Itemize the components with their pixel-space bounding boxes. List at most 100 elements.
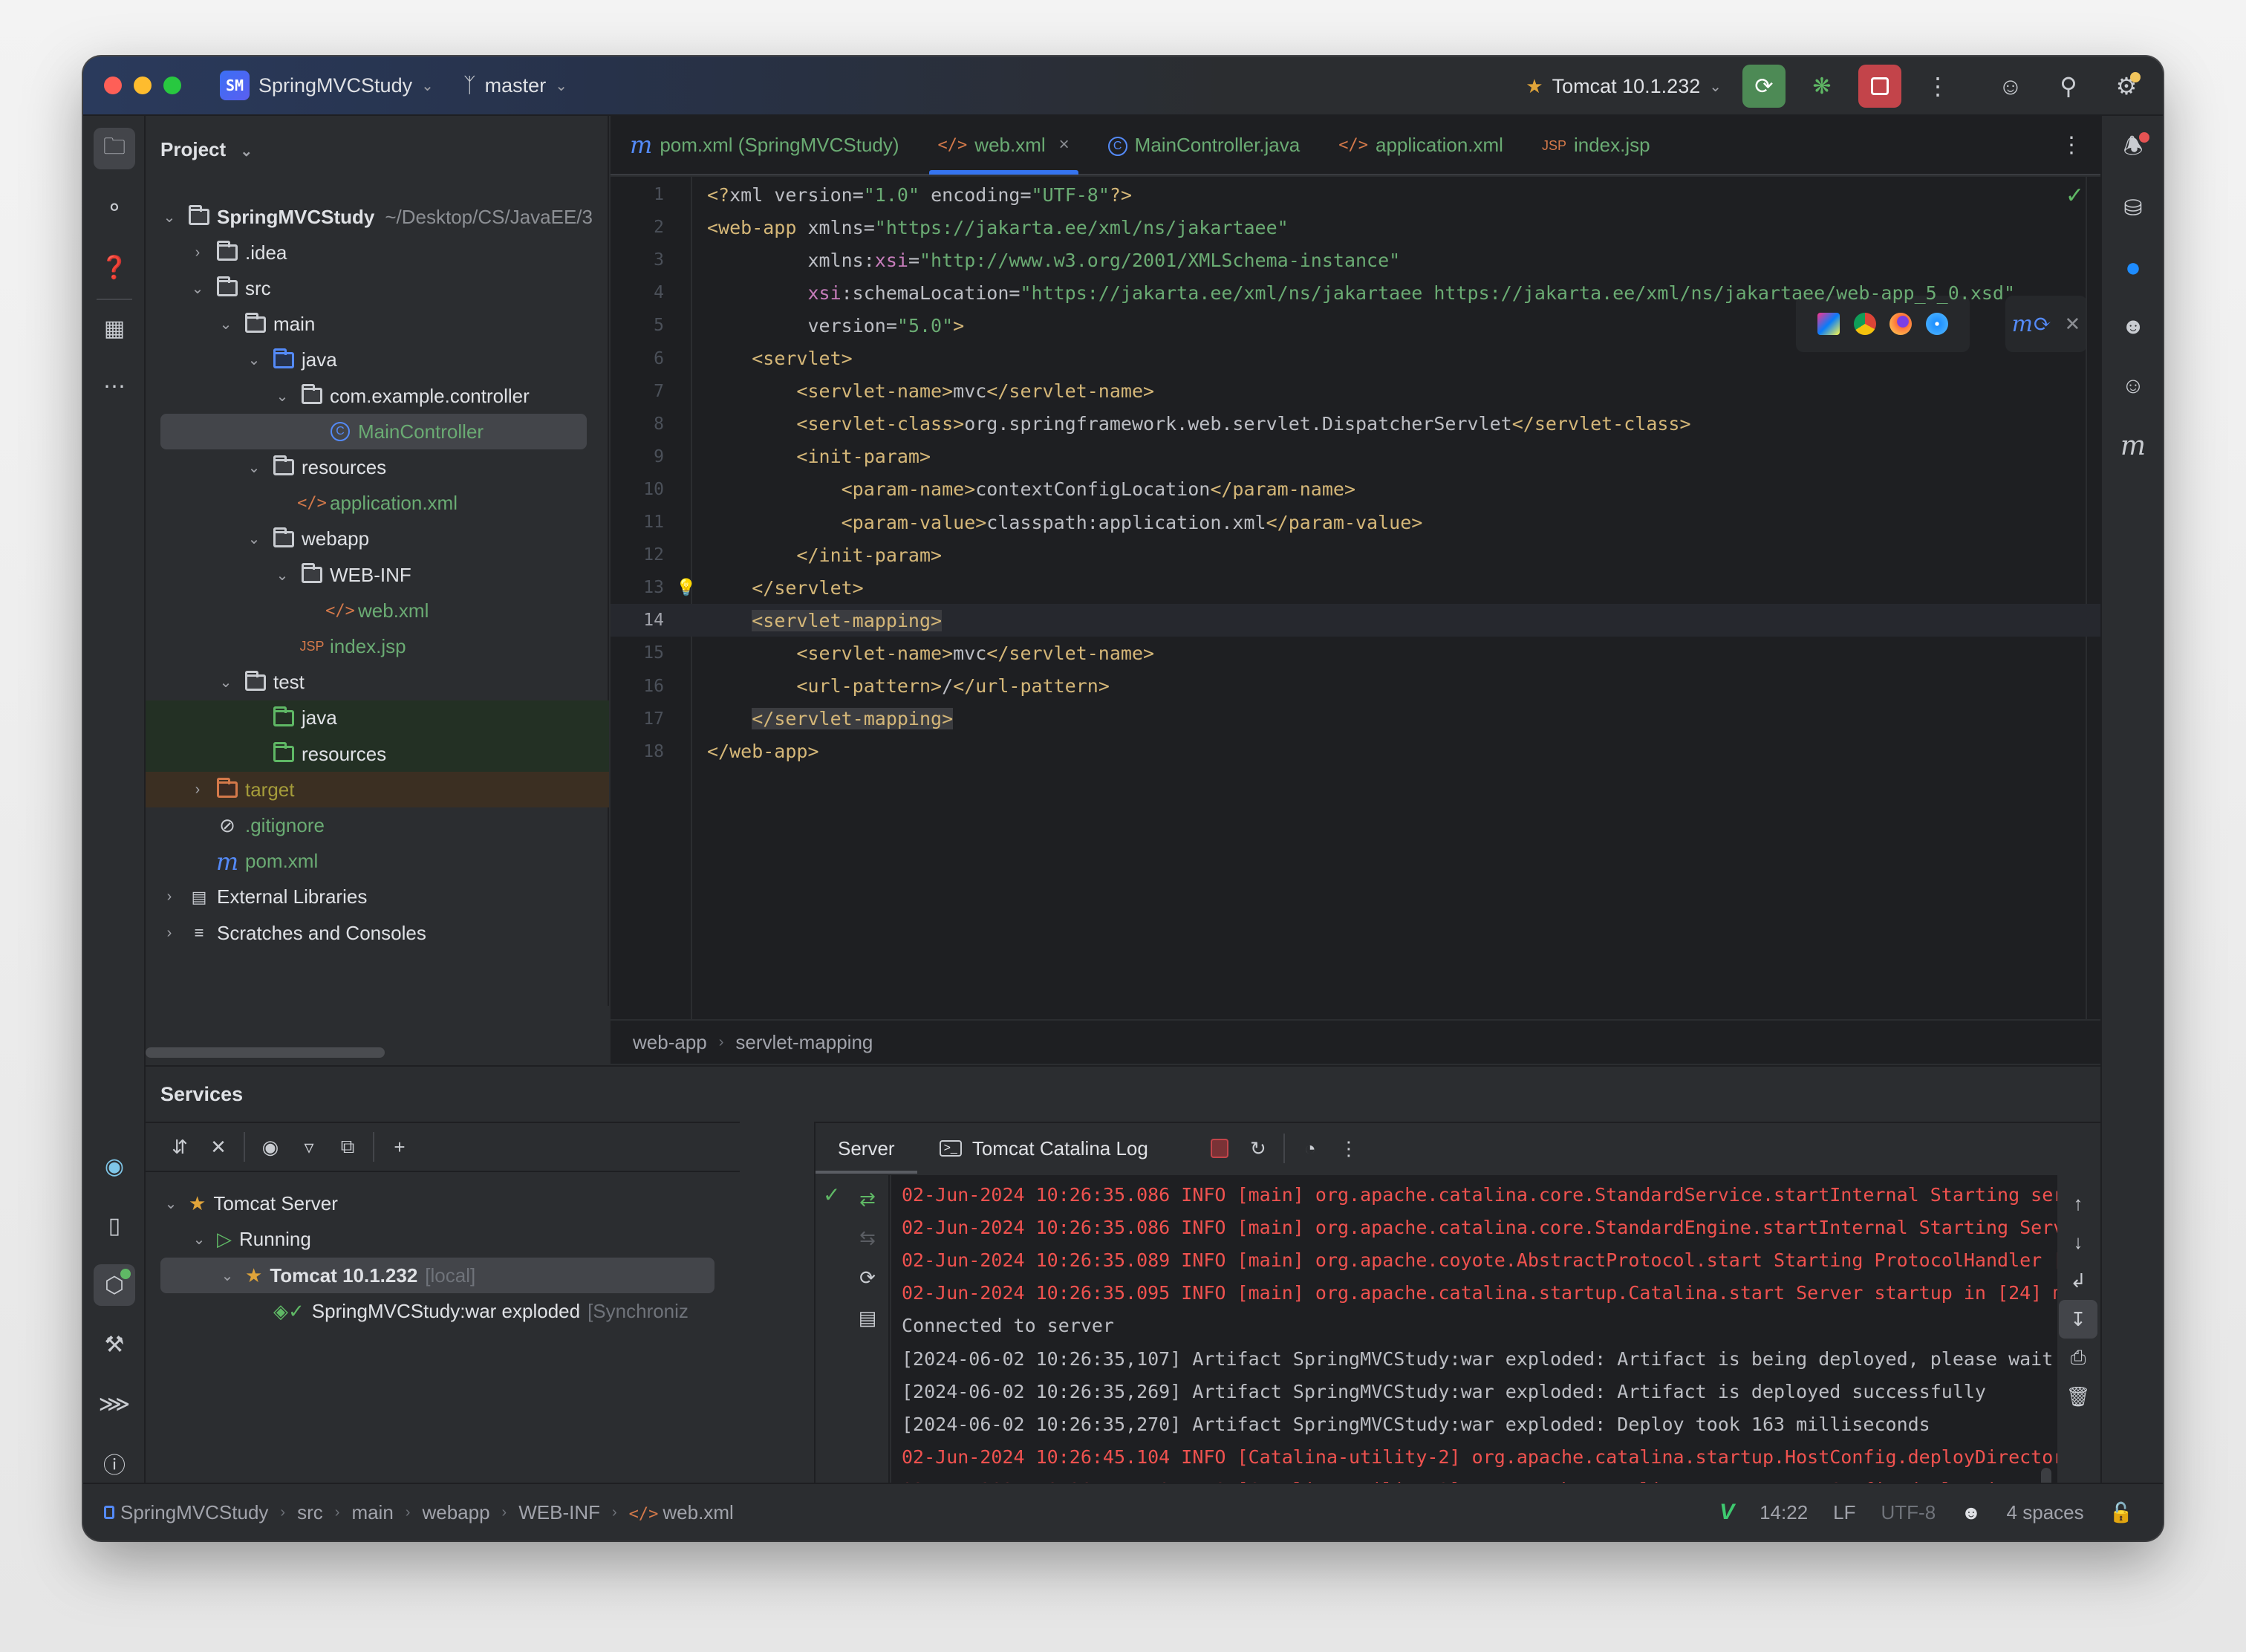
scroll-down-button[interactable]: ↓ [2059,1223,2097,1261]
database-tool-button[interactable]: ⛁ [2112,187,2154,229]
tree-item[interactable]: › ▤ External Libraries [146,879,609,915]
gopher-plugin-button[interactable]: ◉ [94,1145,135,1187]
new-tab-button[interactable]: ⧉ [328,1128,367,1166]
breadcrumb-item[interactable]: web-app [633,1031,707,1054]
tree-item[interactable]: ⊘ .gitignore [146,807,609,843]
update-app-button[interactable]: ⟳ [848,1258,887,1297]
view-options-button[interactable]: ◉ [251,1128,290,1166]
tree-item[interactable]: java [146,700,609,736]
restart-server-button[interactable]: ↻ [1239,1129,1277,1168]
tree-item[interactable]: ⌄ com.example.controller [146,378,609,414]
profiler-button[interactable]: ◔ [1291,1129,1329,1168]
chevron-down-icon[interactable]: ⌄ [159,208,180,227]
lock-open-icon[interactable]: 🔓 [2109,1501,2133,1524]
chevron-down-icon[interactable]: ⌄ [187,279,208,298]
chevron-down-icon[interactable]: ⌄ [215,673,236,692]
project-selector[interactable]: SpringMVCStudy [258,74,412,97]
minimize-window-button[interactable] [134,77,152,94]
status-breadcrumb-item[interactable]: web.xml [663,1501,733,1524]
tree-item[interactable]: ⌄ WEB-INF [146,557,609,593]
collapse-all-button[interactable]: ✕ [199,1128,238,1166]
tab-application-xml[interactable]: </> application.xml [1319,115,1523,175]
vim-plugin-icon[interactable]: V [1719,1500,1734,1525]
tree-item[interactable]: › .idea [146,235,609,270]
terminal-tool-button[interactable]: ⋙ [94,1383,135,1425]
tab-server[interactable]: Server [816,1123,917,1174]
chevron-right-icon[interactable]: › [159,888,180,905]
add-user-button[interactable]: ☺ [1989,65,2032,108]
services-tool-button[interactable]: ⬡ [94,1264,135,1306]
service-tree-item[interactable]: ◈✓ SpringMVCStudy:war exploded [Synchroniz [146,1294,689,1330]
project-tool-button[interactable]: 🗀 [94,128,135,169]
console-output[interactable]: 02-Jun-2024 10:26:35.086 INFO [main] org… [891,1175,2057,1524]
chevron-right-icon[interactable]: › [187,244,208,261]
tree-item[interactable]: ⌄ webapp [146,521,609,557]
copilot-status-icon[interactable]: ☻ [1961,1501,1981,1524]
debug-button[interactable]: ❋ [1800,65,1843,108]
copilot-chat-tool-button[interactable]: ❓ [94,247,135,288]
chevron-down-icon[interactable]: ⌄ [244,458,264,477]
lightbulb-icon[interactable]: 💡 [676,579,696,597]
commit-tool-button[interactable]: ⚬ [94,187,135,229]
tab-pom-xml[interactable]: m pom.xml (SpringMVCStudy) [611,115,919,175]
breadcrumb-item[interactable]: servlet-mapping [735,1031,873,1054]
structure-tool-button[interactable]: ▦ [94,308,135,349]
notifications-button[interactable]: 🕭 [2112,128,2154,169]
deploy-button[interactable]: ⇄ [848,1180,887,1218]
clear-console-button[interactable]: 🗑 [2059,1377,2097,1416]
undeploy-button[interactable]: ⇆ [848,1218,887,1257]
add-service-button[interactable]: + [380,1128,419,1166]
chat-tool-button[interactable]: ● [2112,247,2154,288]
search-button[interactable]: ⚲ [2047,65,2090,108]
console-more-button[interactable]: ⋮ [1329,1129,1368,1168]
indent-setting[interactable]: 4 spaces [2007,1501,2084,1524]
chevron-down-icon[interactable]: ⌄ [215,315,236,334]
close-tab-icon[interactable]: × [1059,134,1070,155]
project-badge[interactable]: SM [220,71,250,100]
branch-selector[interactable]: master [485,74,547,97]
tree-item[interactable]: JSP index.jsp [146,628,609,664]
chevron-down-icon[interactable]: ⌄ [189,1230,209,1249]
status-breadcrumb-item[interactable]: SpringMVCStudy [120,1501,268,1524]
copilot-tool-button[interactable]: ☻ [2112,306,2154,348]
project-horizontal-scrollbar[interactable] [146,1047,385,1058]
tab-web-xml[interactable]: </> web.xml × [919,115,1089,175]
file-encoding[interactable]: UTF-8 [1881,1501,1936,1524]
build-tool-button[interactable]: ⚒ [94,1324,135,1365]
chevron-right-icon[interactable]: › [187,781,208,799]
expand-all-button[interactable]: ⇵ [160,1128,199,1166]
tree-item[interactable]: m pom.xml [146,844,609,879]
tree-item[interactable]: › ≡ Scratches and Consoles [146,915,609,951]
more-tools-button[interactable]: ⋯ [94,365,135,407]
status-breadcrumb-item[interactable]: main [351,1501,393,1524]
scroll-up-button[interactable]: ↑ [2059,1184,2097,1223]
service-tree-item[interactable]: ⌄ ★ Tomcat Server [146,1186,338,1221]
chevron-down-icon[interactable]: ⌄ [244,351,264,369]
tree-item[interactable]: ⌄ SpringMVCStudy ~/Desktop/CS/JavaEE/3 [146,199,609,235]
filter-button[interactable]: ▿ [290,1128,328,1166]
tree-item[interactable]: ⌄ src [146,270,609,306]
status-breadcrumb-item[interactable]: WEB-INF [518,1501,600,1524]
chevron-down-icon[interactable]: ⌄ [272,566,293,585]
rerun-button[interactable]: ⟳ [1742,65,1786,108]
print-button[interactable]: ⎙ [2059,1339,2097,1377]
tree-item[interactable]: ⌄ resources [146,449,609,485]
tree-item[interactable]: ⌄ main [146,307,609,342]
run-config-selector[interactable]: ★ Tomcat 10.1.232 ⌄ [1526,75,1722,98]
dump-threads-button[interactable]: ▤ [848,1298,887,1337]
tree-item[interactable]: ⌄ test [146,665,609,700]
problems-tool-button[interactable]: ⓘ [94,1443,135,1484]
code-editor[interactable]: ✓ m⟳ ✕ 1 <?xml version="1.0" encoding="UT… [611,177,2100,1019]
chevron-down-icon[interactable]: ⌄ [244,530,264,548]
settings-button[interactable]: ⚙ [2105,65,2148,108]
cursor-position[interactable]: 14:22 [1760,1501,1808,1524]
bookmarks-tool-button[interactable]: ▯ [94,1205,135,1246]
stop-button[interactable] [1858,65,1901,108]
tab-maincontroller-java[interactable]: C MainController.java [1089,115,1320,175]
chevron-down-icon[interactable]: ⌄ [272,387,293,406]
chevron-right-icon[interactable]: › [159,925,180,942]
service-tree-item[interactable]: ⌄ ▷ Running [146,1222,311,1258]
tree-item[interactable]: </> application.xml [146,486,609,521]
status-breadcrumb-item[interactable]: src [297,1501,323,1524]
service-tree-item[interactable]: ⌄ ★ Tomcat 10.1.232 [local] [160,1258,715,1293]
